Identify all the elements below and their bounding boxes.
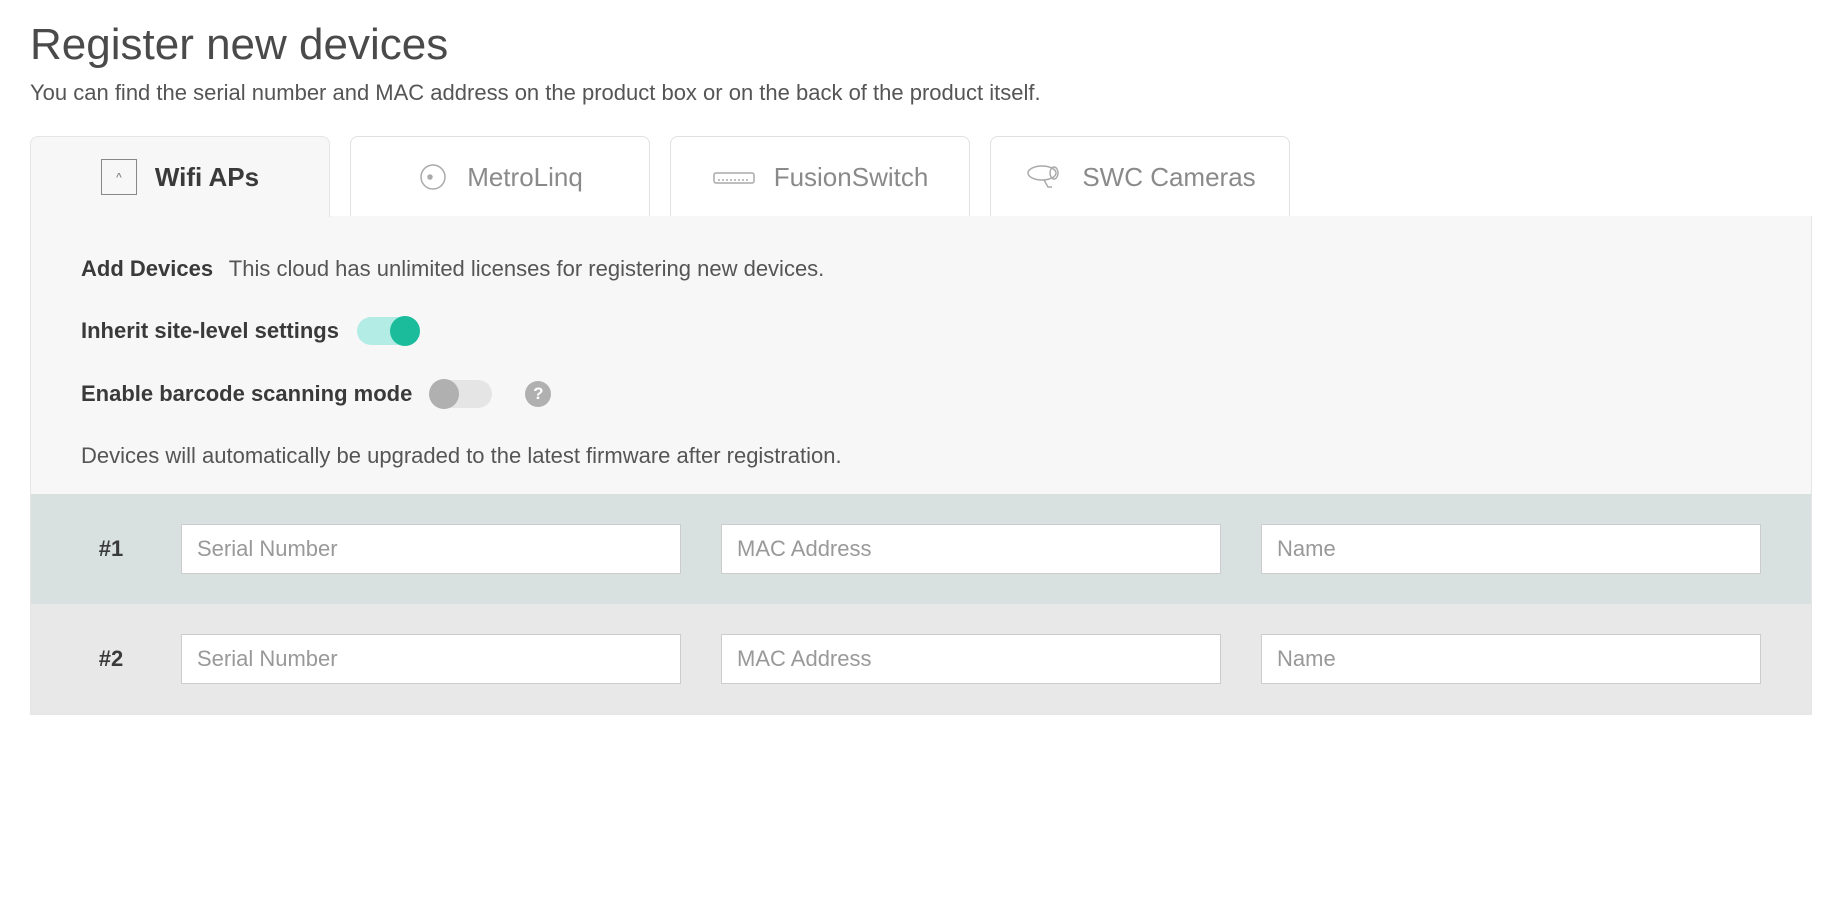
add-devices-info: Add Devices This cloud has unlimited lic… bbox=[81, 256, 1761, 282]
device-row: #1 bbox=[31, 494, 1811, 604]
toggle-knob bbox=[390, 316, 420, 346]
barcode-mode-label: Enable barcode scanning mode bbox=[81, 381, 412, 407]
barcode-mode-toggle[interactable] bbox=[430, 380, 492, 408]
switch-icon bbox=[712, 167, 756, 187]
tab-label: Wifi APs bbox=[155, 162, 259, 193]
tab-content: Add Devices This cloud has unlimited lic… bbox=[30, 216, 1812, 715]
access-point-icon: ^ bbox=[101, 159, 137, 195]
row-number: #2 bbox=[81, 646, 141, 672]
serial-number-input[interactable] bbox=[181, 524, 681, 574]
tab-metrolinq[interactable]: MetroLinq bbox=[350, 136, 650, 217]
device-name-input[interactable] bbox=[1261, 634, 1761, 684]
tab-wifi-aps[interactable]: ^ Wifi APs bbox=[30, 136, 330, 217]
inherit-settings-label: Inherit site-level settings bbox=[81, 318, 339, 344]
antenna-icon bbox=[417, 161, 449, 193]
page-subtitle: You can find the serial number and MAC a… bbox=[30, 80, 1812, 106]
toggle-knob bbox=[429, 379, 459, 409]
mac-address-input[interactable] bbox=[721, 634, 1221, 684]
mac-address-input[interactable] bbox=[721, 524, 1221, 574]
add-devices-description: This cloud has unlimited licenses for re… bbox=[229, 256, 825, 281]
tab-label: MetroLinq bbox=[467, 162, 583, 193]
tab-swc-cameras[interactable]: SWC Cameras bbox=[990, 136, 1290, 217]
tab-fusionswitch[interactable]: FusionSwitch bbox=[670, 136, 970, 217]
firmware-upgrade-info: Devices will automatically be upgraded t… bbox=[81, 443, 1761, 469]
add-devices-label: Add Devices bbox=[81, 256, 213, 281]
barcode-mode-row: Enable barcode scanning mode ? bbox=[81, 380, 1761, 408]
inherit-settings-row: Inherit site-level settings bbox=[81, 317, 1761, 345]
tab-label: FusionSwitch bbox=[774, 162, 929, 193]
page-title: Register new devices bbox=[30, 20, 1812, 70]
inherit-settings-toggle[interactable] bbox=[357, 317, 419, 345]
device-input-rows: #1 #2 bbox=[31, 494, 1811, 714]
serial-number-input[interactable] bbox=[181, 634, 681, 684]
camera-icon bbox=[1024, 163, 1064, 191]
tab-label: SWC Cameras bbox=[1082, 162, 1255, 193]
device-name-input[interactable] bbox=[1261, 524, 1761, 574]
device-type-tabs: ^ Wifi APs MetroLinq FusionSwitch S bbox=[30, 136, 1812, 217]
device-row: #2 bbox=[31, 604, 1811, 714]
row-number: #1 bbox=[81, 536, 141, 562]
help-icon[interactable]: ? bbox=[525, 381, 551, 407]
